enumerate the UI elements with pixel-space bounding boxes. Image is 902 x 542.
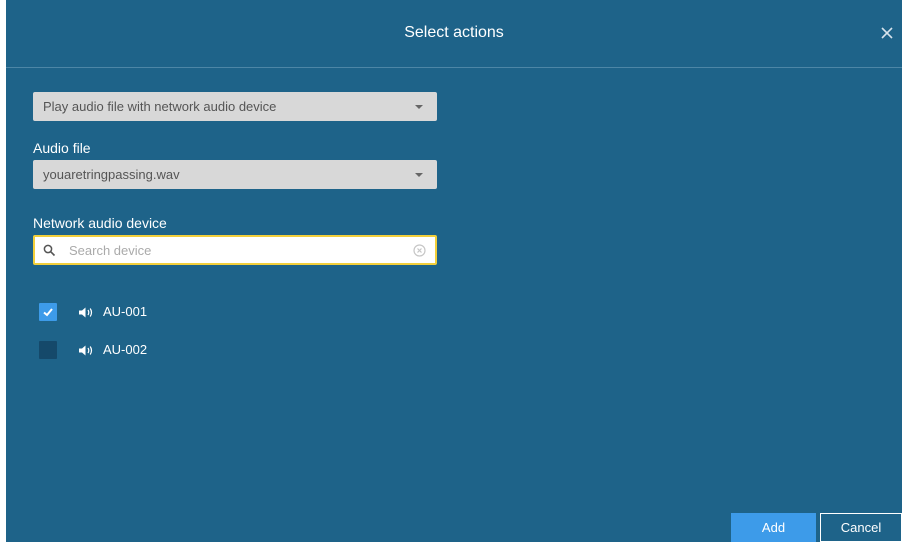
network-audio-device-label: Network audio device (33, 215, 167, 231)
device-row-au-002[interactable]: AU-002 (39, 341, 239, 361)
dialog-header: Select actions (6, 0, 902, 68)
dialog-title: Select actions (404, 24, 504, 41)
device-row-au-001[interactable]: AU-001 (39, 303, 239, 323)
search-device-field (33, 235, 437, 265)
check-icon (43, 308, 53, 317)
action-type-select[interactable]: Play audio file with network audio devic… (33, 92, 437, 121)
chevron-down-icon (415, 173, 423, 177)
add-button[interactable]: Add (731, 513, 816, 542)
clear-icon[interactable] (413, 244, 426, 257)
audio-file-select[interactable]: youaretringpassing.wav (33, 160, 437, 189)
action-type-value: Play audio file with network audio devic… (43, 99, 277, 114)
search-icon (43, 244, 56, 257)
device-checkbox-au-001[interactable] (39, 303, 57, 321)
device-checkbox-au-002[interactable] (39, 341, 57, 359)
device-label-au-001: AU-001 (103, 304, 148, 319)
speaker-icon (79, 307, 93, 318)
speaker-icon (79, 345, 93, 356)
select-actions-dialog: Select actions Play audio file with netw… (6, 0, 902, 542)
close-icon (881, 27, 893, 39)
cancel-button[interactable]: Cancel (820, 513, 902, 542)
audio-file-value: youaretringpassing.wav (43, 167, 180, 182)
audio-file-label: Audio file (33, 140, 91, 156)
search-device-input[interactable] (69, 240, 399, 260)
close-button[interactable] (878, 24, 896, 42)
chevron-down-icon (415, 105, 423, 109)
device-label-au-002: AU-002 (103, 342, 148, 357)
